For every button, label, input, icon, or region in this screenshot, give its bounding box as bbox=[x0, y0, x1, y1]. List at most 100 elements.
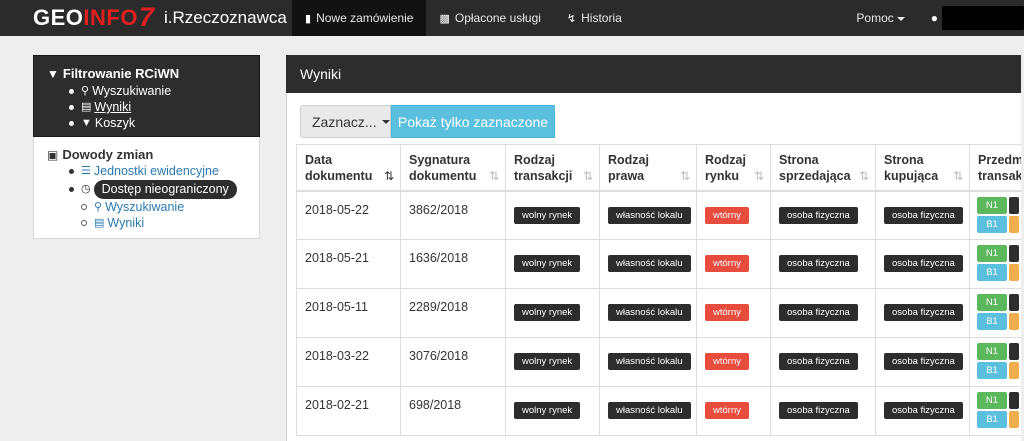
list-icon: ▤ bbox=[81, 101, 92, 113]
evidence-sub-results-label: Wyniki bbox=[107, 216, 145, 230]
object-badge-b1[interactable]: B1 bbox=[977, 264, 1007, 281]
cell-transaction: wolny rynek bbox=[505, 288, 600, 338]
nav-new-order[interactable]: ▮ Nowe zamówienie bbox=[292, 0, 427, 36]
filter-item-cart[interactable]: ▼ Koszyk bbox=[69, 115, 259, 131]
evidence-sub-results[interactable]: ▤ Wyniki bbox=[81, 215, 259, 231]
col-header-right-line2: prawa bbox=[608, 169, 645, 183]
col-header-signature-line1: Sygnatura bbox=[409, 153, 471, 167]
evidence-menu: ☰ Jednostki ewidencyjne ◷ Dostęp nieogra… bbox=[69, 163, 259, 199]
results-header: Wyniki bbox=[286, 55, 1021, 93]
briefcase-icon: ▣ bbox=[47, 147, 59, 162]
col-header-buyer-line2: kupująca bbox=[884, 169, 939, 183]
sort-icon[interactable]: ⇅ bbox=[680, 168, 690, 184]
object-badge-n1[interactable]: N1 bbox=[977, 392, 1007, 409]
cell-right: własność lokalu bbox=[599, 337, 697, 387]
sort-icon[interactable]: ⇅ bbox=[754, 168, 764, 184]
transaction-label: wolny rynek bbox=[514, 402, 581, 419]
col-header-market-line2: rynku bbox=[705, 169, 740, 183]
search-icon: ⚲ bbox=[81, 85, 90, 97]
table-row[interactable]: 2018-05-11 2289/2018 wolny rynek własnoś… bbox=[296, 288, 1021, 338]
help-menu[interactable]: Pomoc bbox=[846, 11, 914, 25]
cell-transaction: wolny rynek bbox=[505, 386, 600, 436]
cell-transaction: wolny rynek bbox=[505, 239, 600, 289]
cell-signature: 3076/2018 bbox=[400, 337, 506, 387]
col-header-seller-line2: sprzedająca bbox=[779, 169, 851, 183]
sort-desc-icon[interactable]: ⇅ bbox=[384, 168, 394, 184]
brand-logo[interactable]: GEO INFO 7 i.Rzeczoznawca bbox=[0, 0, 292, 36]
col-header-seller[interactable]: Strona sprzedająca ⇅ bbox=[770, 144, 876, 192]
col-header-market[interactable]: Rodzaj rynku ⇅ bbox=[696, 144, 771, 192]
cell-signature: 698/2018 bbox=[400, 386, 506, 436]
help-menu-label: Pomoc bbox=[856, 11, 894, 25]
bullet bbox=[69, 169, 74, 174]
filter-item-search[interactable]: ⚲ Wyszukiwanie bbox=[69, 83, 259, 99]
table-row[interactable]: 2018-03-22 3076/2018 wolny rynek własnoś… bbox=[296, 337, 1021, 387]
col-header-signature[interactable]: Sygnatura dokumentu ⇅ bbox=[400, 144, 506, 192]
col-header-seller-line1: Strona bbox=[779, 153, 819, 167]
object-badge-extra bbox=[1009, 196, 1019, 214]
col-header-buyer[interactable]: Strona kupująca ⇅ bbox=[875, 144, 970, 192]
buyer-label: osoba fizyczna bbox=[884, 304, 963, 321]
object-badge-n1[interactable]: N1 bbox=[977, 294, 1007, 311]
select-dropdown-button[interactable]: Zaznacz... bbox=[300, 105, 391, 138]
col-header-right[interactable]: Rodzaj prawa ⇅ bbox=[599, 144, 697, 192]
show-selected-button[interactable]: Pokaż tylko zaznaczone bbox=[391, 105, 555, 138]
cell-seller: osoba fizyczna bbox=[770, 288, 876, 338]
table-row[interactable]: 2018-02-21 698/2018 wolny rynek własność… bbox=[296, 386, 1021, 436]
sort-icon[interactable]: ⇅ bbox=[859, 168, 869, 184]
object-badge-n1[interactable]: N1 bbox=[977, 343, 1007, 360]
evidence-item-units[interactable]: ☰ Jednostki ewidencyjne bbox=[69, 163, 259, 180]
seller-label: osoba fizyczna bbox=[779, 304, 858, 321]
nav-history[interactable]: ↯ Historia bbox=[554, 0, 635, 36]
evidence-item-unlimited-label: Dostęp nieograniczony bbox=[93, 180, 237, 199]
buyer-label: osoba fizyczna bbox=[884, 255, 963, 272]
results-panel: Zaznacz... Pokaż tylko zaznaczone Data do… bbox=[286, 93, 1021, 441]
col-header-transaction[interactable]: Rodzaj transakcji ⇅ bbox=[505, 144, 600, 192]
table-row[interactable]: 2018-05-22 3862/2018 wolny rynek własnoś… bbox=[296, 190, 1021, 240]
bullet bbox=[69, 120, 74, 126]
search-icon: ⚲ bbox=[94, 201, 103, 213]
filter-item-results[interactable]: ▤ Wyniki bbox=[69, 99, 259, 115]
cell-market: wtórny bbox=[696, 239, 771, 289]
document-icon: ▮ bbox=[305, 12, 312, 25]
col-header-transaction-line2: transakcji bbox=[514, 169, 573, 183]
filter-item-results-label: Wyniki bbox=[94, 100, 132, 114]
col-header-date[interactable]: Data dokumentu ⇅ bbox=[296, 144, 401, 192]
cell-date: 2018-05-11 bbox=[296, 288, 401, 338]
object-badge-b1[interactable]: B1 bbox=[977, 215, 1007, 233]
cell-market: wtórny bbox=[696, 337, 771, 387]
cell-transaction: wolny rynek bbox=[505, 190, 600, 240]
sort-icon[interactable]: ⇅ bbox=[489, 168, 499, 184]
evidence-sub-search[interactable]: ⚲ Wyszukiwanie bbox=[81, 199, 259, 215]
sort-icon[interactable]: ⇅ bbox=[953, 168, 963, 184]
market-label: wtórny bbox=[705, 255, 749, 272]
table-row[interactable]: 2018-05-21 1636/2018 wolny rynek własnoś… bbox=[296, 239, 1021, 289]
object-badge-n1[interactable]: N1 bbox=[977, 196, 1007, 214]
object-badges: N1 B1 bbox=[977, 343, 1021, 379]
nav-paid-services[interactable]: ▩ Opłacone usługi bbox=[426, 0, 553, 36]
object-badge-b1[interactable]: B1 bbox=[977, 362, 1007, 379]
cell-object: N1 B1 bbox=[969, 239, 1021, 289]
brand-subtitle: i.Rzeczoznawca bbox=[164, 8, 287, 27]
filter-icon: ▼ bbox=[47, 66, 59, 81]
clock-icon: ◷ bbox=[81, 183, 91, 195]
object-badge-b1[interactable]: B1 bbox=[977, 313, 1007, 330]
object-badge-n1[interactable]: N1 bbox=[977, 245, 1007, 262]
object-badge-b1[interactable]: B1 bbox=[977, 411, 1007, 428]
object-badge-extra bbox=[1009, 215, 1019, 233]
object-badges: N1 B1 bbox=[977, 294, 1021, 330]
cell-signature: 2289/2018 bbox=[400, 288, 506, 338]
cell-buyer: osoba fizyczna bbox=[875, 239, 970, 289]
results-toolbar: Zaznacz... Pokaż tylko zaznaczone bbox=[300, 105, 555, 138]
evidence-item-units-label: Jednostki ewidencyjne bbox=[93, 164, 219, 178]
evidence-item-unlimited[interactable]: ◷ Dostęp nieograniczony bbox=[69, 180, 259, 199]
nav-history-label: Historia bbox=[581, 11, 622, 25]
col-header-right-line1: Rodzaj bbox=[608, 153, 649, 167]
right-label: własność lokalu bbox=[608, 304, 691, 321]
col-header-object[interactable]: Przedm transak bbox=[969, 144, 1021, 192]
top-navbar: GEO INFO 7 i.Rzeczoznawca ▮ Nowe zamówieni… bbox=[0, 0, 1024, 36]
sort-icon[interactable]: ⇅ bbox=[583, 168, 593, 184]
user-icon[interactable]: ● bbox=[931, 11, 938, 25]
user-menu-redacted[interactable] bbox=[942, 6, 1024, 30]
right-label: własność lokalu bbox=[608, 402, 691, 419]
